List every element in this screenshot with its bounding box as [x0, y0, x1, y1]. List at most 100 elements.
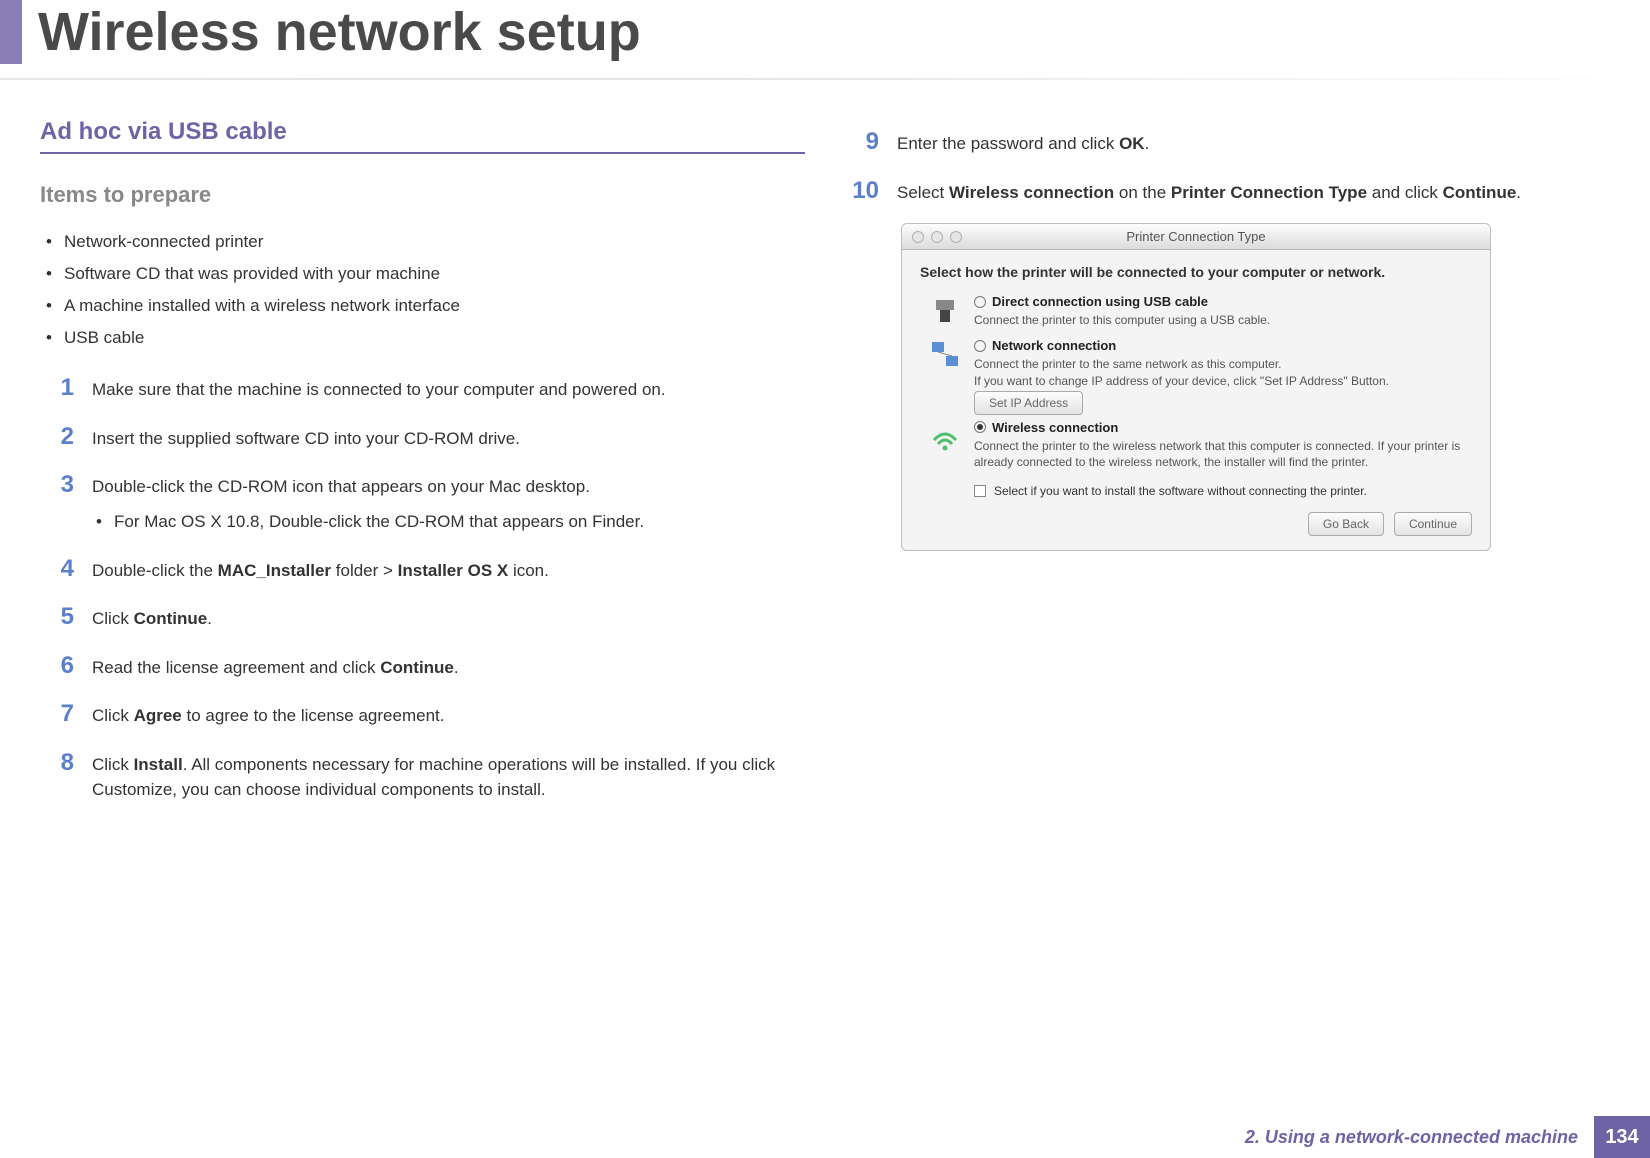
t: Continue: [380, 658, 454, 677]
t: Select: [897, 183, 949, 202]
title-bar: Wireless network setup: [0, 0, 1650, 90]
t: Install: [134, 755, 183, 774]
list-item: A machine installed with a wireless netw…: [40, 290, 805, 322]
dialog-button-row: Go Back Continue: [920, 512, 1472, 536]
t: Agree: [134, 706, 182, 725]
t: Continue: [134, 609, 208, 628]
step-text: Insert the supplied software CD into you…: [92, 423, 520, 452]
wifi-icon: [928, 420, 962, 454]
option-wireless[interactable]: Wireless connection Connect the printer …: [928, 420, 1472, 470]
continue-button[interactable]: Continue: [1394, 512, 1472, 536]
t: icon.: [508, 561, 549, 580]
t: Click: [92, 609, 134, 628]
step-item: 6 Read the license agreement and click C…: [40, 642, 805, 691]
t: Click: [92, 755, 134, 774]
step-text: Make sure that the machine is connected …: [92, 374, 666, 403]
t: MAC_Installer: [218, 561, 331, 580]
option-label: Wireless connection: [992, 420, 1118, 435]
t: .: [1145, 134, 1150, 153]
radio-network[interactable]: [974, 340, 986, 352]
step-text-main: Double-click the CD-ROM icon that appear…: [92, 477, 590, 496]
t: Read the license agreement and click: [92, 658, 380, 677]
step-number: 8: [40, 749, 74, 802]
option-desc: Connect the printer to the wireless netw…: [974, 438, 1472, 470]
t: Click: [92, 706, 134, 725]
checkbox[interactable]: [974, 485, 986, 497]
t: .: [207, 609, 212, 628]
step-number: 7: [40, 700, 74, 729]
section-heading: Ad hoc via USB cable: [40, 118, 805, 154]
step-text: Click Continue.: [92, 603, 212, 632]
step-number: 9: [845, 128, 879, 157]
step-item: 10 Select Wireless connection on the Pri…: [845, 167, 1610, 216]
network-icon: [928, 338, 962, 372]
t: Continue: [1443, 183, 1517, 202]
radio-usb[interactable]: [974, 296, 986, 308]
step-number: 5: [40, 603, 74, 632]
t: Printer Connection Type: [1171, 183, 1367, 202]
t: Installer OS X: [398, 561, 509, 580]
step-text: Click Agree to agree to the license agre…: [92, 700, 444, 729]
step-item: 3 Double-click the CD-ROM icon that appe…: [40, 461, 805, 544]
step-item: 8 Click Install. All components necessar…: [40, 739, 805, 812]
usb-icon: [928, 294, 962, 328]
step-number: 6: [40, 652, 74, 681]
page-footer: 2. Using a network-connected machine 134: [0, 1116, 1650, 1158]
step-text: Click Install. All components necessary …: [92, 749, 805, 802]
option-desc: Connect the printer to this computer usi…: [974, 312, 1472, 328]
chapter-label: 2. Using a network-connected machine: [1245, 1116, 1594, 1158]
step-number: 10: [845, 177, 879, 206]
step-text: Enter the password and click OK.: [897, 128, 1149, 157]
step-item: 4 Double-click the MAC_Installer folder …: [40, 545, 805, 594]
step-number: 2: [40, 423, 74, 452]
option-desc: Connect the printer to the same network …: [974, 356, 1472, 388]
t: OK: [1119, 134, 1145, 153]
step-item: 2 Insert the supplied software CD into y…: [40, 413, 805, 462]
t: on the: [1114, 183, 1171, 202]
list-item: Network-connected printer: [40, 226, 805, 258]
title-accent-block: [0, 0, 22, 64]
t: . All components necessary for machine o…: [92, 755, 775, 799]
step-item: 9 Enter the password and click OK.: [845, 118, 1610, 167]
left-column: Ad hoc via USB cable Items to prepare Ne…: [40, 118, 805, 812]
set-ip-button[interactable]: Set IP Address: [974, 391, 1083, 415]
steps-left: 1 Make sure that the machine is connecte…: [40, 364, 805, 812]
prepare-list: Network-connected printer Software CD th…: [40, 226, 805, 354]
title-underline: [0, 78, 1650, 80]
step-text: Read the license agreement and click Con…: [92, 652, 459, 681]
step-text: Double-click the MAC_Installer folder > …: [92, 555, 549, 584]
step-number: 3: [40, 471, 74, 534]
t: and click: [1367, 183, 1443, 202]
t: to agree to the license agreement.: [182, 706, 445, 725]
window-body: Select how the printer will be connected…: [902, 250, 1490, 550]
t: folder >: [331, 561, 398, 580]
right-column: 9 Enter the password and click OK. 10 Se…: [845, 118, 1610, 812]
radio-wireless[interactable]: [974, 421, 986, 433]
sub-heading: Items to prepare: [40, 182, 805, 208]
page-title: Wireless network setup: [0, 0, 1650, 64]
go-back-button[interactable]: Go Back: [1308, 512, 1384, 536]
steps-right: 9 Enter the password and click OK. 10 Se…: [845, 118, 1610, 215]
checkbox-label: Select if you want to install the softwa…: [994, 484, 1367, 498]
option-network[interactable]: Network connection Connect the printer t…: [928, 338, 1472, 388]
step-item: 5 Click Continue.: [40, 593, 805, 642]
t: Enter the password and click: [897, 134, 1119, 153]
t: Wireless connection: [949, 183, 1114, 202]
option-usb[interactable]: Direct connection using USB cable Connec…: [928, 294, 1472, 328]
t: Double-click the: [92, 561, 218, 580]
page-number: 134: [1594, 1116, 1650, 1158]
list-item: Software CD that was provided with your …: [40, 258, 805, 290]
step-item: 1 Make sure that the machine is connecte…: [40, 364, 805, 413]
step-item: 7 Click Agree to agree to the license ag…: [40, 690, 805, 739]
set-ip-row: Set IP Address: [920, 395, 1472, 410]
t: .: [1516, 183, 1521, 202]
step-number: 1: [40, 374, 74, 403]
list-item: USB cable: [40, 322, 805, 354]
installer-screenshot: Printer Connection Type Select how the p…: [901, 223, 1491, 551]
window-titlebar: Printer Connection Type: [902, 224, 1490, 250]
install-without-printer-row[interactable]: Select if you want to install the softwa…: [974, 484, 1472, 498]
window-title: Printer Connection Type: [902, 229, 1490, 244]
option-label: Network connection: [992, 338, 1116, 353]
step-text: Double-click the CD-ROM icon that appear…: [92, 471, 644, 534]
content-columns: Ad hoc via USB cable Items to prepare Ne…: [0, 90, 1650, 812]
